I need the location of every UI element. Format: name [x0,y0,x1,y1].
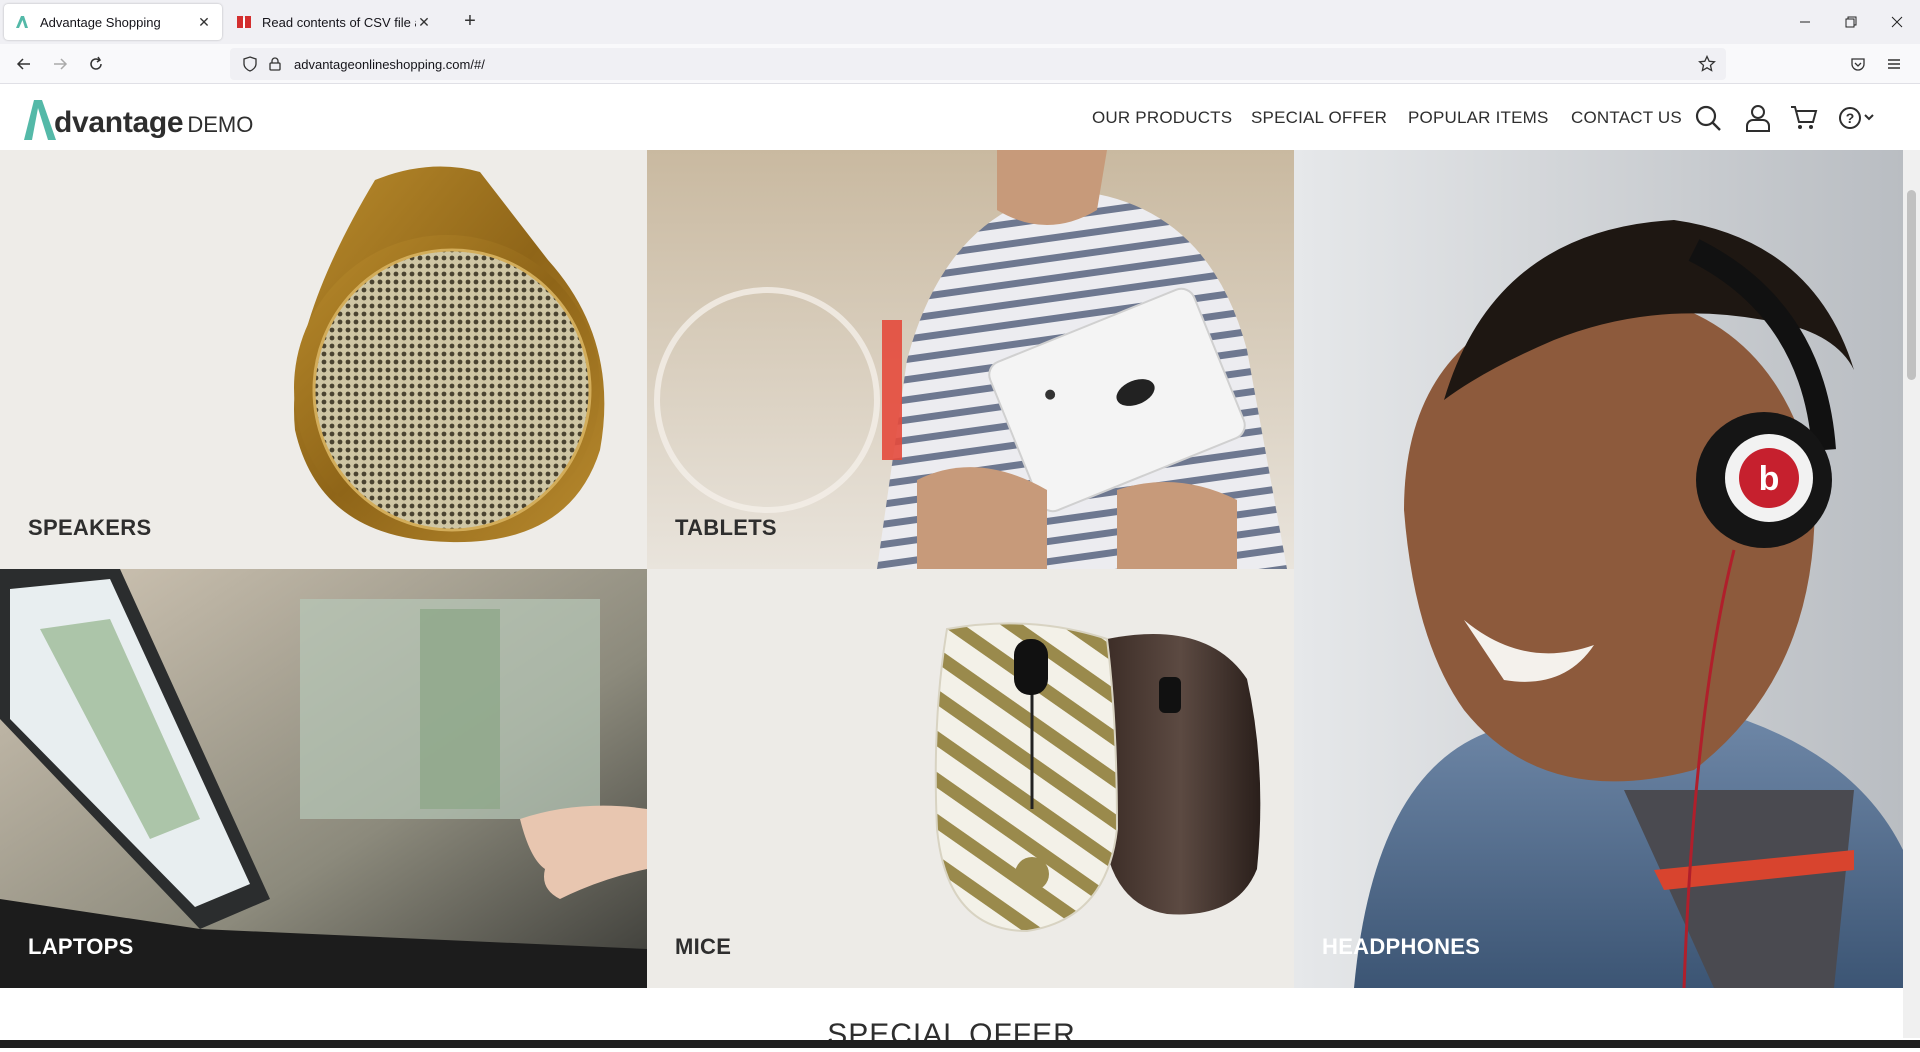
minimize-icon[interactable] [1782,0,1828,44]
menu-special-offer[interactable]: SPECIAL OFFER [1251,108,1387,128]
category-tablets[interactable]: TABLETS [647,150,1294,569]
tab-advantage-shopping[interactable]: Advantage Shopping ✕ [4,4,222,40]
site-logo[interactable]: dvantage DEMO [22,94,253,142]
reload-icon[interactable] [84,52,108,76]
lock-icon[interactable] [268,57,282,71]
menu-contact-us[interactable]: CONTACT US [1571,108,1682,128]
help-icon[interactable]: ? [1838,103,1878,133]
menu-our-products[interactable]: OUR PRODUCTS [1092,108,1232,128]
mice-image [934,622,1261,933]
pocket-icon[interactable] [1846,52,1870,76]
forward-icon[interactable] [48,52,72,76]
category-laptops[interactable]: LAPTOPS [0,569,647,988]
category-label: MICE [675,934,732,959]
shield-icon[interactable] [242,56,258,72]
tablet-image [647,150,1294,569]
category-label: HEADPHONES [1322,934,1481,959]
address-bar[interactable]: advantageonlineshopping.com/#/ [230,48,1726,80]
category-label: LAPTOPS [28,934,134,959]
os-taskbar [0,1040,1920,1048]
browser-nav-bar: advantageonlineshopping.com/#/ [0,44,1920,84]
menu-popular-items[interactable]: POPULAR ITEMS [1408,108,1549,128]
close-window-icon[interactable] [1874,0,1920,44]
pdf-favicon-icon [237,16,251,28]
logo-a-icon [24,100,56,140]
category-label: TABLETS [675,515,777,540]
scrollbar-thumb[interactable] [1907,190,1916,380]
back-icon[interactable] [12,52,36,76]
category-headphones[interactable]: b HEADPHONES [1294,150,1903,988]
tab-close-icon[interactable]: ✕ [196,14,212,31]
advantage-favicon-icon [16,16,28,28]
speaker-image [294,166,605,543]
bookmark-star-icon[interactable] [1698,55,1716,73]
tab-title: Advantage Shopping [40,14,161,30]
svg-text:b: b [1759,460,1780,498]
tab-read-csv[interactable]: Read contents of CSV file and u ✕ [226,4,442,40]
page-scrollbar[interactable] [1903,150,1920,1038]
laptop-image [0,569,647,988]
headphones-image: b [1294,150,1903,988]
restore-icon[interactable] [1828,0,1874,44]
logo-word: dvantage [54,106,184,139]
tab-close-icon[interactable]: ✕ [416,14,432,31]
logo-demo: DEMO [187,112,254,137]
user-icon[interactable] [1743,103,1773,133]
new-tab-button[interactable]: + [458,10,482,34]
site-header: dvantage DEMO OUR PRODUCTS SPECIAL OFFER… [0,86,1900,150]
tab-title: Read contents of CSV file and u [262,14,416,30]
menu-hamburger-icon[interactable] [1882,52,1906,76]
browser-tab-bar: Advantage Shopping ✕ Read contents of CS… [0,0,1920,44]
cart-icon[interactable] [1789,103,1819,133]
url-text[interactable]: advantageonlineshopping.com/#/ [294,57,485,72]
search-icon[interactable] [1693,103,1723,133]
category-speakers[interactable]: SPEAKERS [0,150,647,569]
category-mice[interactable]: MICE [647,569,1294,988]
category-label: SPEAKERS [28,515,152,540]
svg-text:?: ? [1846,110,1855,126]
